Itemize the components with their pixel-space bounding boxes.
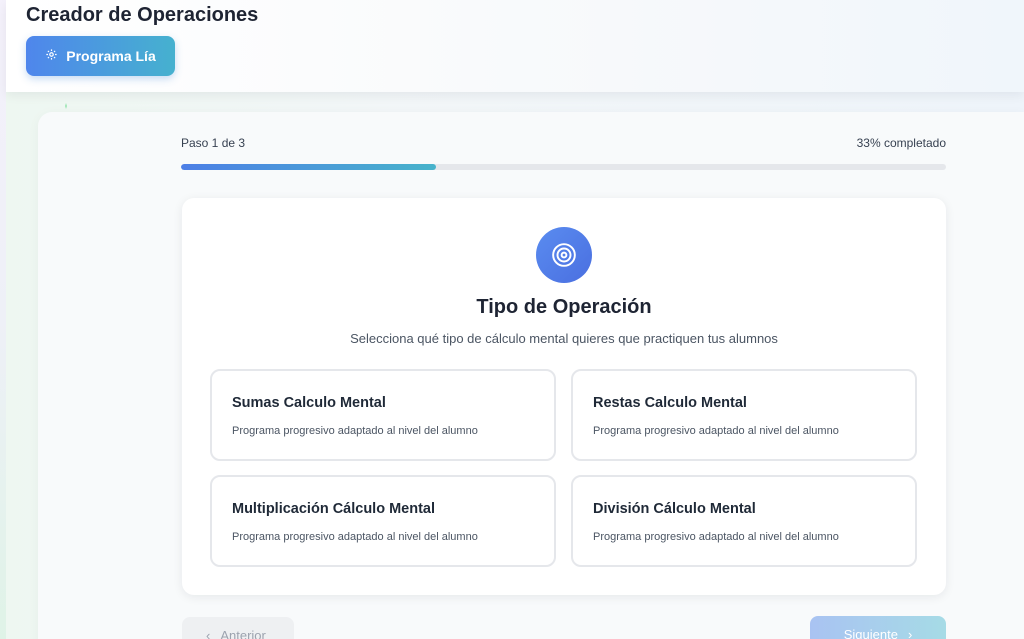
section-title: Tipo de Operación bbox=[476, 296, 652, 318]
app-header: Creador de Operaciones Programa Lía bbox=[6, 0, 1024, 92]
option-description: Programa progresivo adaptado al nivel de… bbox=[232, 531, 478, 543]
option-title: División Cálculo Mental bbox=[593, 501, 756, 517]
previous-label: Anterior bbox=[220, 627, 266, 639]
page-title: Creador de Operaciones bbox=[26, 4, 259, 26]
progress-bar bbox=[181, 164, 946, 170]
progress-percent: 33% completado bbox=[856, 136, 946, 150]
option-sumas[interactable]: Sumas Calculo Mental Programa progresivo… bbox=[210, 369, 556, 461]
option-title: Restas Calculo Mental bbox=[593, 395, 747, 411]
option-division[interactable]: División Cálculo Mental Programa progres… bbox=[571, 475, 917, 567]
step-indicator: Paso 1 de 3 bbox=[181, 136, 246, 150]
option-description: Programa progresivo adaptado al nivel de… bbox=[593, 531, 839, 543]
option-title: Sumas Calculo Mental bbox=[232, 395, 386, 411]
left-edge-strip bbox=[0, 0, 6, 639]
next-label: Siguiente bbox=[843, 626, 898, 639]
chevron-right-icon: › bbox=[907, 626, 913, 639]
option-title: Multiplicación Cálculo Mental bbox=[232, 501, 436, 517]
progress-bar-fill bbox=[181, 164, 436, 170]
next-button[interactable]: Siguiente › bbox=[810, 616, 946, 639]
program-lia-label: Programa Lía bbox=[66, 48, 156, 64]
sparkle-icon bbox=[65, 103, 67, 109]
gear-icon bbox=[45, 48, 58, 64]
option-multiplicacion[interactable]: Multiplicación Cálculo Mental Programa p… bbox=[210, 475, 556, 567]
program-lia-button[interactable]: Programa Lía bbox=[26, 36, 175, 76]
chevron-left-icon: ‹ bbox=[206, 627, 211, 639]
option-restas[interactable]: Restas Calculo Mental Programa progresiv… bbox=[571, 369, 917, 461]
option-description: Programa progresivo adaptado al nivel de… bbox=[593, 425, 839, 437]
section-subtitle: Selecciona qué tipo de cálculo mental qu… bbox=[350, 331, 778, 346]
option-description: Programa progresivo adaptado al nivel de… bbox=[232, 425, 478, 437]
target-icon bbox=[552, 243, 576, 267]
previous-button[interactable]: ‹ Anterior bbox=[182, 617, 294, 639]
target-icon-badge bbox=[536, 227, 592, 283]
